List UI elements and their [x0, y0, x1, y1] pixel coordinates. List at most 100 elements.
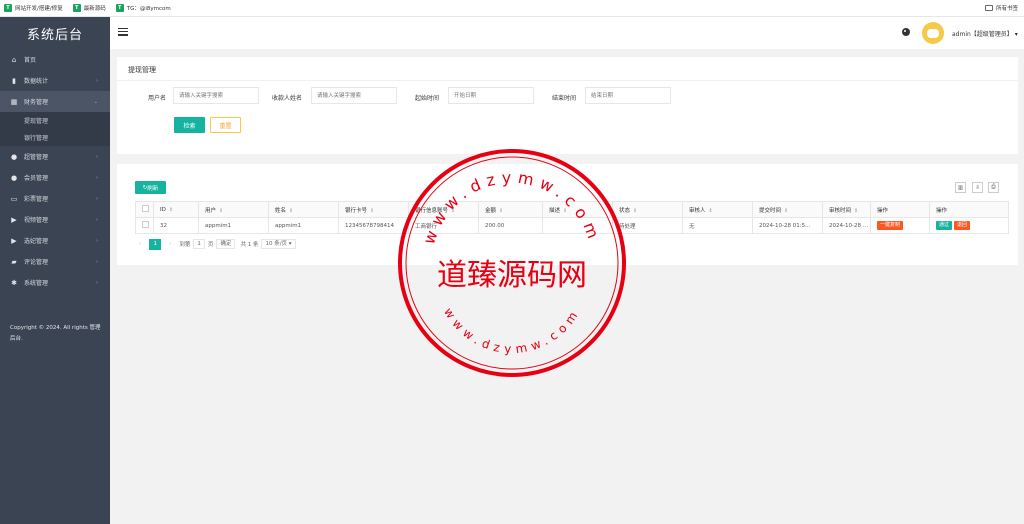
chevron-down-icon: ▾ [1014, 31, 1018, 38]
search-panel: 提现管理 用户名 收款人姓名 起始时间 结束时间 检索 重置 [117, 57, 1018, 154]
sidebar-item-comments[interactable]: ▰ 评论管理 › [0, 251, 110, 272]
username-label: 用户名 [148, 95, 167, 102]
avatar-face [927, 28, 939, 38]
payee-input[interactable] [311, 87, 397, 104]
chevron-right-icon: › [96, 279, 98, 286]
sort-icon: ⇕ [854, 207, 859, 214]
sidebar-item-finance[interactable]: ▦ 财务管理 ⌄ [0, 91, 110, 112]
folder-icon [984, 5, 993, 11]
copy-button[interactable]: 一键复制 [877, 221, 904, 230]
chart-icon: ▮ [12, 76, 16, 85]
print-icon[interactable]: ⎙ [988, 182, 999, 193]
bookmark-item[interactable]: T 网站开发/搭建/修复 [4, 4, 63, 12]
avatar[interactable] [922, 22, 944, 44]
columns-icon[interactable]: ▥ [955, 182, 966, 193]
username-input[interactable] [173, 87, 259, 104]
goto-confirm-button[interactable]: 确定 [216, 239, 236, 249]
page-size-select[interactable]: 10 条/页 ▾ [261, 239, 296, 249]
sidebar-item-videos[interactable]: ▶ 视频管理 › [0, 209, 110, 230]
goto-label: 到第 [179, 242, 191, 248]
chevron-right-icon: › [96, 153, 98, 160]
chevron-right-icon: › [96, 174, 98, 181]
chevron-right-icon: › [96, 258, 98, 265]
user-icon: ● [10, 152, 18, 161]
column-header[interactable]: 用户 ⇕ [198, 201, 269, 218]
next-page-icon[interactable]: › [169, 241, 171, 247]
column-header: 操作 [929, 201, 1009, 218]
chevron-right-icon: › [96, 237, 98, 244]
divider [117, 80, 1018, 81]
video-icon: ▶ [11, 215, 17, 224]
bookmark-icon: T [72, 4, 81, 12]
user-menu[interactable]: admin【超级管理员】 ▾ [952, 29, 1018, 38]
top-header: admin【超级管理员】 ▾ [110, 17, 1024, 49]
export-icon[interactable]: ⇩ [972, 182, 983, 193]
sidebar-item-stats[interactable]: ▮ 数据统计 › [0, 70, 110, 91]
cell-reviewer: 无 [682, 217, 753, 234]
video-icon: ▶ [11, 236, 17, 245]
sidebar: 系统后台 ⌂ 首页 ▮ 数据统计 › ▦ 财务管理 ⌄ 提现管理 银行管理 ● 超管管理 › … [0, 17, 110, 524]
column-header[interactable]: 提交时间 ⇕ [752, 201, 823, 218]
total-count: 共 1 条 [240, 242, 259, 248]
reject-button[interactable]: 退回 [954, 221, 971, 230]
sidebar-item-super-admin[interactable]: ● 超管管理 › [0, 146, 110, 167]
bookmark-icon: T [115, 4, 124, 12]
column-header: 操作 [870, 201, 930, 218]
sidebar-item-home[interactable]: ⌂ 首页 [0, 49, 110, 70]
bookmarks-bar: T 网站开发/搭建/修复 T 最新源码 T TG：@i8ymcom 所有书签 [0, 0, 1024, 17]
sort-icon: ⇕ [708, 207, 713, 214]
end-date-input[interactable] [585, 87, 671, 104]
reset-button[interactable]: 重置 [210, 117, 241, 133]
sort-icon: ⇕ [370, 207, 375, 214]
start-date-input[interactable] [448, 87, 534, 104]
cell-id: 32 [153, 217, 199, 234]
home-icon: ⌂ [11, 55, 17, 64]
bookmark-icon: T [4, 4, 12, 12]
row-checkbox[interactable] [135, 217, 154, 234]
column-header[interactable]: 审核人 ⇕ [682, 201, 753, 218]
refresh-button[interactable]: ↻ 刷新 [135, 181, 166, 194]
palette-icon[interactable] [902, 28, 910, 36]
search-button[interactable]: 检索 [174, 117, 205, 133]
start-date-label: 起始时间 [415, 95, 440, 102]
sidebar-subitem-bank[interactable]: 银行管理 [0, 129, 110, 146]
goto-input[interactable]: 1 [193, 239, 205, 249]
cell-user: appmim1 [198, 217, 269, 234]
column-header[interactable]: 审核时间 ⇕ [822, 201, 871, 218]
sort-icon: ⇕ [168, 206, 174, 213]
sidebar-item-members[interactable]: ● 会员管理 › [0, 167, 110, 188]
page-current[interactable]: 1 [149, 238, 162, 250]
gamepad-icon: ▭ [10, 194, 18, 203]
bookmark-item[interactable]: T 最新源码 [72, 4, 106, 12]
bookmark-item[interactable]: T TG：@i8ymcom [115, 4, 171, 12]
sort-icon: ⇕ [219, 207, 224, 214]
column-header[interactable]: 姓名 ⇕ [268, 201, 339, 218]
cell-op2: 通过 退回 [929, 217, 1009, 234]
all-bookmarks[interactable]: 所有书签 [984, 4, 1018, 12]
chevron-right-icon: › [96, 77, 98, 84]
select-all-checkbox[interactable] [135, 201, 154, 218]
chevron-right-icon: › [96, 195, 98, 202]
page-unit: 页 [207, 242, 214, 248]
prev-page-icon[interactable]: ‹ [139, 241, 141, 247]
stamp-bottom-text: www.dzymw.com [441, 305, 583, 356]
sidebar-item-system[interactable]: ✱ 系统管理 › [0, 272, 110, 293]
sidebar-subitem-withdraw[interactable]: 提现管理 [0, 112, 110, 129]
chevron-right-icon: › [96, 216, 98, 223]
menu-toggle-icon[interactable] [118, 28, 128, 36]
sidebar-item-concubine[interactable]: ▶ 选妃管理 › [0, 230, 110, 251]
sort-icon: ⇕ [289, 207, 294, 214]
column-header[interactable]: ID ⇕ [153, 201, 199, 218]
bank-icon: ▦ [10, 97, 18, 106]
cell-name: appmim1 [268, 217, 339, 234]
sidebar-item-lottery[interactable]: ▭ 彩票管理 › [0, 188, 110, 209]
sort-icon: ⇕ [784, 207, 789, 214]
pagination: ‹ 1 › 到第 1 页 确定 共 1 条 10 条/页 ▾ [135, 238, 299, 250]
approve-button[interactable]: 通过 [936, 221, 953, 230]
copyright: Copyright © 2024. All rights 管理后台. [10, 325, 101, 342]
users-icon: ● [10, 173, 18, 182]
brand-title: 系统后台 [26, 27, 83, 43]
cell-submit-time: 2024-10-28 01:5... [752, 217, 823, 234]
chevron-down-icon: ⌄ [93, 98, 98, 105]
gear-icon: ✱ [11, 278, 17, 287]
